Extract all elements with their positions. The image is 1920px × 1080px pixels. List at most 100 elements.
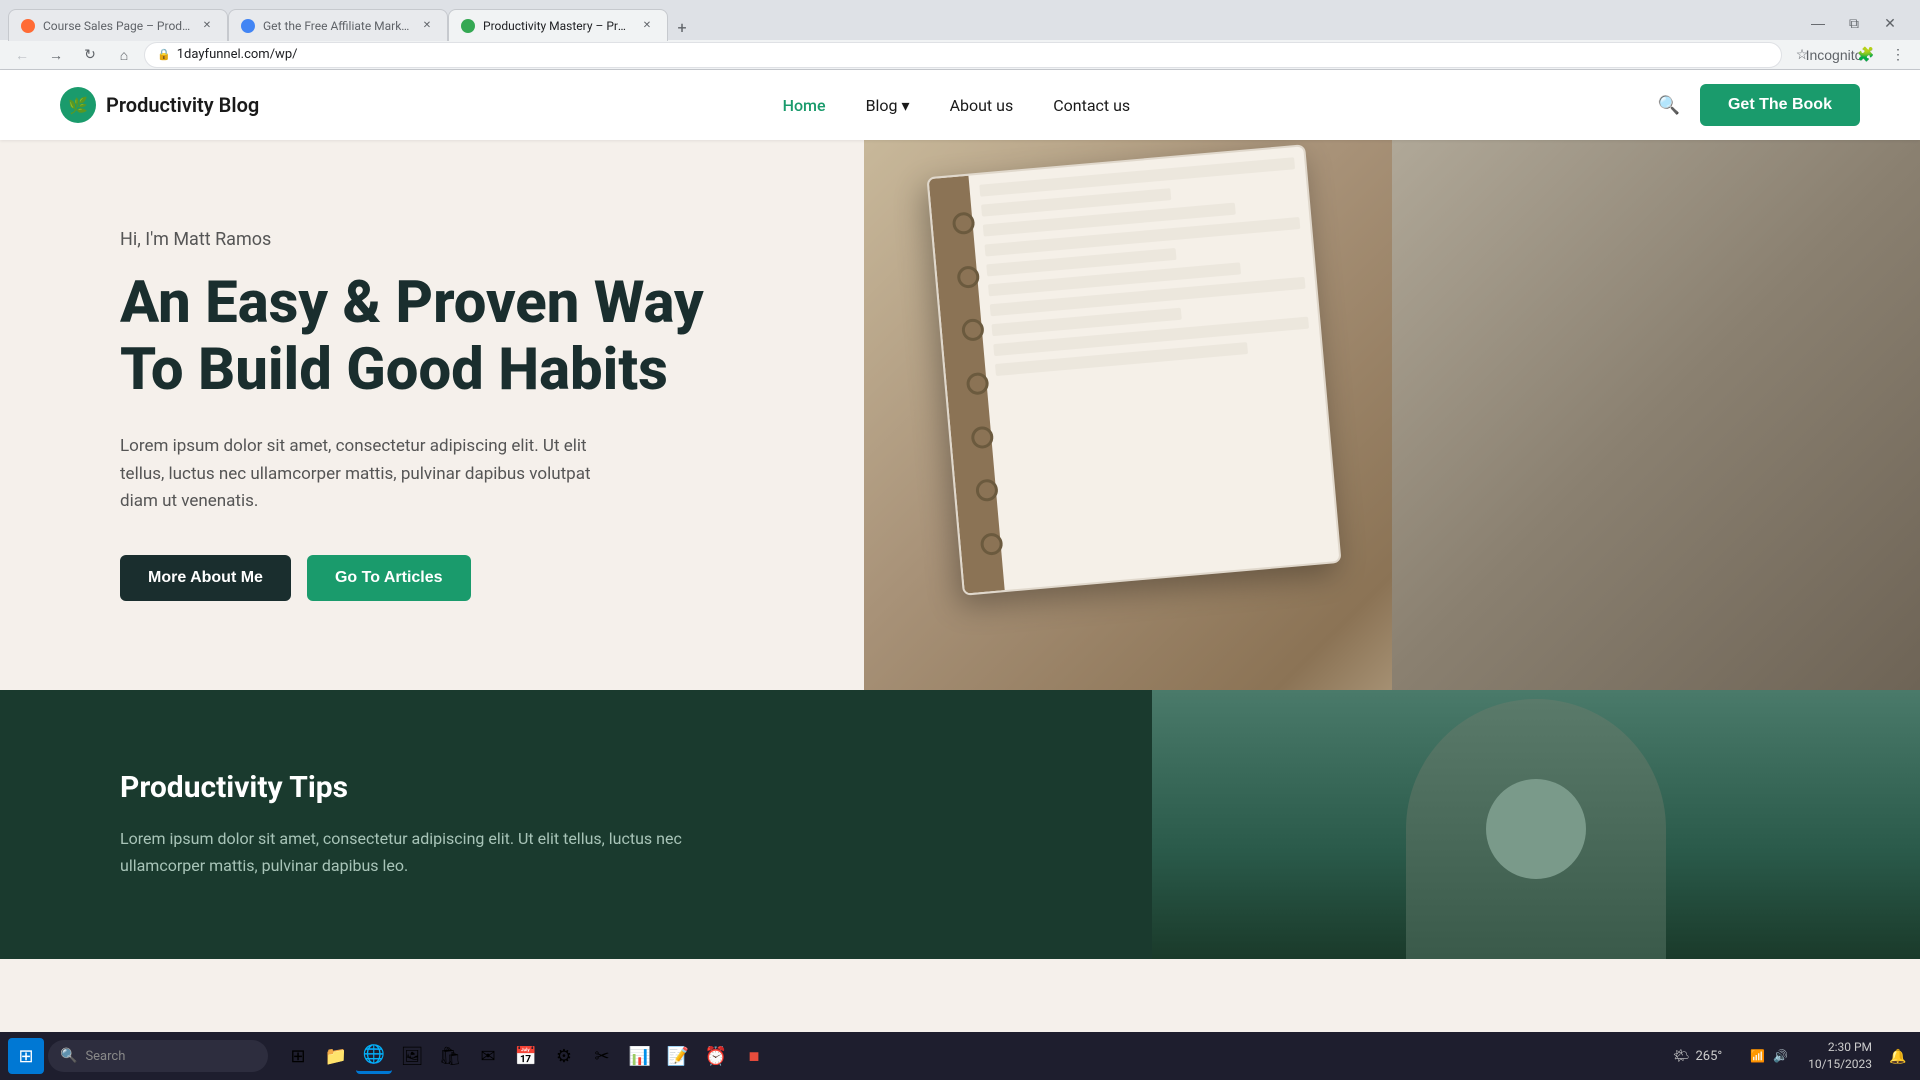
nav-home[interactable]: Home (783, 96, 826, 115)
video-bg (1152, 690, 1920, 959)
ring-5 (970, 425, 994, 449)
taskbar-app-chrome[interactable]: 🌐 (356, 1038, 392, 1074)
taskbar-search-text: Search (85, 1049, 125, 1064)
taskbar-app-calendar[interactable]: 📅 (508, 1038, 544, 1074)
ring-6 (975, 479, 999, 503)
nav-blog[interactable]: Blog ▾ (866, 96, 910, 115)
tab-3-favicon (461, 19, 475, 33)
chevron-down-icon: ▾ (902, 96, 910, 115)
productivity-tips-section: Productivity Tips Lorem ipsum dolor sit … (0, 690, 1152, 959)
tab-3-title: Productivity Mastery – Productivit... (483, 19, 631, 33)
new-tab-button[interactable]: + (668, 13, 696, 41)
logo-text: Productivity Blog (106, 93, 259, 117)
section-description: Lorem ipsum dolor sit amet, consectetur … (120, 825, 700, 879)
website: 🌿 Productivity Blog Home Blog ▾ About us… (0, 70, 1920, 1080)
taskbar-app-mail[interactable]: ✉ (470, 1038, 506, 1074)
start-button[interactable]: ⊞ (8, 1038, 44, 1074)
browser-window: Course Sales Page – Productivit... ✕ Get… (0, 0, 1920, 70)
dark-section-wrapper: Productivity Tips Lorem ipsum dolor sit … (0, 690, 1920, 959)
tab-1-favicon (21, 19, 35, 33)
taskbar-app-excel[interactable]: 📊 (622, 1038, 658, 1074)
search-button[interactable]: 🔍 (1654, 91, 1684, 120)
weather-widget[interactable]: 🌤 265° (1665, 1045, 1730, 1068)
system-tray-icons[interactable]: 📶 🔊 (1742, 1045, 1796, 1067)
tab-2-favicon (241, 19, 255, 33)
video-section (1152, 690, 1920, 959)
clock-date: 10/15/2023 (1808, 1056, 1872, 1073)
more-about-me-button[interactable]: More About Me (120, 555, 291, 601)
address-bar[interactable]: 🔒 1dayfunnel.com/wp/ (144, 42, 1782, 68)
taskbar-app-snip[interactable]: ✂ (584, 1038, 620, 1074)
clock-time: 2:30 PM (1808, 1039, 1872, 1056)
hero-buttons: More About Me Go To Articles (120, 555, 740, 601)
taskbar-app-clock[interactable]: ⏰ (698, 1038, 734, 1074)
taskbar-app-task-view[interactable]: ⊞ (280, 1038, 316, 1074)
extensions-button[interactable]: 🧩 (1852, 41, 1880, 69)
browser-top-bar: Course Sales Page – Productivit... ✕ Get… (0, 0, 1920, 40)
logo-icon: 🌿 (60, 87, 96, 123)
ring-1 (952, 211, 976, 235)
hero-description: Lorem ipsum dolor sit amet, consectetur … (120, 433, 620, 515)
profile-button[interactable]: Incognito (1820, 41, 1848, 69)
taskbar-app-red[interactable]: ■ (736, 1038, 772, 1074)
tab-3-close[interactable]: ✕ (639, 18, 655, 34)
section-title: Productivity Tips (120, 770, 1032, 805)
hero-greeting: Hi, I'm Matt Ramos (120, 229, 740, 250)
hero-image (864, 140, 1920, 690)
go-to-articles-button[interactable]: Go To Articles (307, 555, 471, 601)
browser-action-icons: ☆ Incognito 🧩 ⋮ (1788, 41, 1912, 69)
search-icon: 🔍 (1658, 95, 1680, 115)
tab-2-title: Get the Free Affiliate Marketing (263, 19, 411, 33)
hero-section: Hi, I'm Matt Ramos An Easy & Proven Way … (0, 140, 1920, 690)
planner-notebook (926, 144, 1341, 596)
notifications-button[interactable]: 🔔 (1884, 1042, 1912, 1070)
secure-icon: 🔒 (157, 48, 171, 61)
back-button[interactable]: ← (8, 41, 36, 69)
forward-button[interactable]: → (42, 41, 70, 69)
hero-title: An Easy & Proven Way To Build Good Habit… (120, 270, 740, 403)
tab-3[interactable]: Productivity Mastery – Productivit... ✕ (448, 9, 668, 41)
browser-address-bar-row: ← → ↻ ⌂ 🔒 1dayfunnel.com/wp/ ☆ Incognito… (0, 40, 1920, 70)
taskbar-search[interactable]: 🔍 Search (48, 1040, 268, 1072)
get-book-button[interactable]: Get The Book (1700, 84, 1860, 126)
weather-icon: 🌤 (1673, 1049, 1690, 1064)
taskbar-app-photos[interactable]: 🖼 (394, 1038, 430, 1074)
close-button[interactable]: ✕ (1876, 9, 1904, 37)
nav-links: Home Blog ▾ About us Contact us (783, 96, 1131, 115)
taskbar: ⊞ 🔍 Search ⊞ 📁 🌐 🖼 🛍 ✉ 📅 ⚙ ✂ 📊 📝 ⏰ ■ 🌤 2… (0, 1032, 1920, 1080)
site-logo[interactable]: 🌿 Productivity Blog (60, 87, 259, 123)
planner-content (979, 157, 1328, 579)
taskbar-app-settings[interactable]: ⚙ (546, 1038, 582, 1074)
tabs-bar: Course Sales Page – Productivit... ✕ Get… (8, 5, 696, 41)
navigation: 🌿 Productivity Blog Home Blog ▾ About us… (0, 70, 1920, 140)
nav-about[interactable]: About us (950, 96, 1014, 115)
reload-button[interactable]: ↻ (76, 41, 104, 69)
taskbar-app-notepad[interactable]: 📝 (660, 1038, 696, 1074)
taskbar-app-file-explorer[interactable]: 📁 (318, 1038, 354, 1074)
nav-contact[interactable]: Contact us (1053, 96, 1130, 115)
person-head (1486, 779, 1586, 879)
tab-1-close[interactable]: ✕ (199, 18, 215, 34)
network-icon: 📶 (1750, 1049, 1765, 1063)
hero-background-image (864, 140, 1920, 690)
tab-1[interactable]: Course Sales Page – Productivit... ✕ (8, 9, 228, 41)
ring-2 (956, 265, 980, 289)
menu-button[interactable]: ⋮ (1884, 41, 1912, 69)
tab-1-title: Course Sales Page – Productivit... (43, 19, 191, 33)
ring-3 (961, 318, 985, 342)
hero-content: Hi, I'm Matt Ramos An Easy & Proven Way … (120, 229, 740, 601)
ring-7 (980, 532, 1004, 556)
address-text: 1dayfunnel.com/wp/ (177, 47, 1769, 62)
tab-2-close[interactable]: ✕ (419, 18, 435, 34)
taskbar-search-icon: 🔍 (60, 1048, 77, 1064)
taskbar-app-store[interactable]: 🛍 (432, 1038, 468, 1074)
taskbar-apps: ⊞ 📁 🌐 🖼 🛍 ✉ 📅 ⚙ ✂ 📊 📝 ⏰ ■ (280, 1038, 772, 1074)
taskbar-system-tray: 🌤 265° 📶 🔊 2:30 PM 10/15/2023 🔔 (1665, 1039, 1912, 1073)
minimize-button[interactable]: — (1804, 9, 1832, 37)
home-button[interactable]: ⌂ (110, 41, 138, 69)
tab-2[interactable]: Get the Free Affiliate Marketing ✕ (228, 9, 448, 41)
weather-temp: 265° (1695, 1049, 1722, 1064)
system-clock[interactable]: 2:30 PM 10/15/2023 (1808, 1039, 1872, 1073)
volume-icon: 🔊 (1773, 1049, 1788, 1063)
restore-button[interactable]: ⧉ (1840, 9, 1868, 37)
